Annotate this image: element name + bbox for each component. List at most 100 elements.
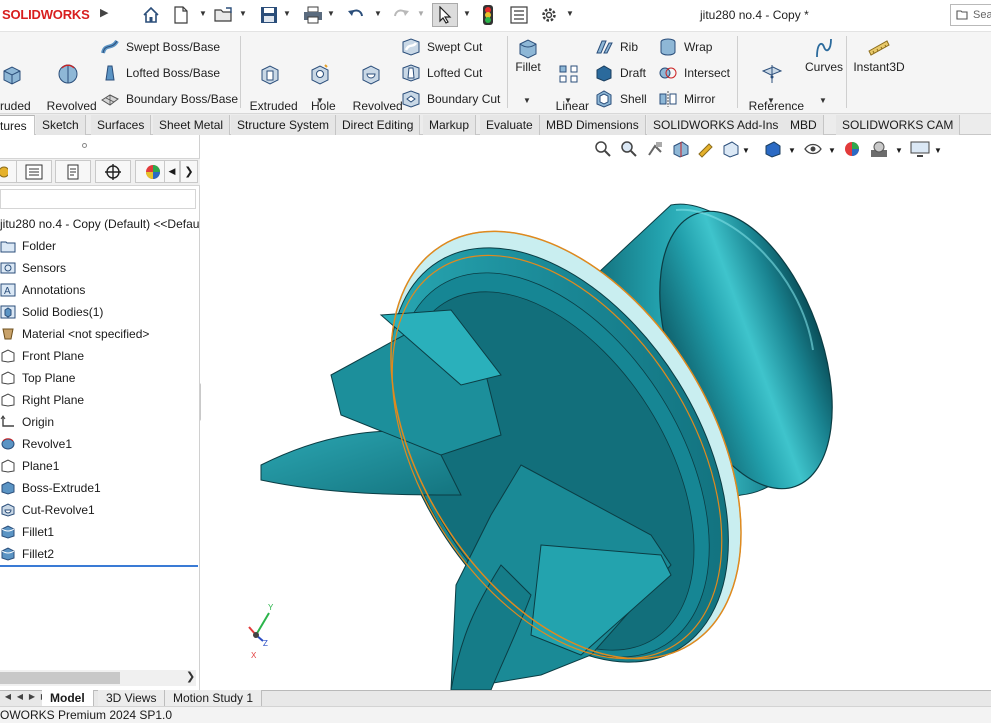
tree-item-folder[interactable]: Folder [0, 236, 56, 256]
tab-motion-study-1[interactable]: Motion Study 1 [165, 690, 263, 706]
select-pointer-icon[interactable] [432, 3, 458, 27]
configuration-manager-tab[interactable] [55, 160, 91, 183]
next-tab-arrow-icon[interactable]: ▶ [26, 692, 38, 704]
options-dropdown-icon[interactable]: ▼ [566, 9, 574, 18]
instant3d-button[interactable]: Instant3D [850, 37, 908, 74]
menu-arrow-icon[interactable]: ▶ [100, 6, 108, 19]
tab-sketch[interactable]: Sketch [36, 115, 86, 135]
rib-button[interactable]: Rib [594, 38, 638, 56]
view-settings-dropdown-icon[interactable]: ▼ [934, 146, 942, 155]
section-view-icon[interactable] [672, 140, 690, 161]
graphics-viewport[interactable] [201, 135, 991, 690]
swept-boss-button[interactable]: Swept Boss/Base [100, 38, 220, 56]
file-properties-icon[interactable] [508, 4, 530, 26]
dimxpert-manager-tab[interactable] [95, 160, 131, 183]
curves-dropdown-icon[interactable]: ▼ [819, 96, 827, 105]
scroll-right-icon[interactable]: ❯ [186, 670, 195, 683]
hide-show-dropdown-icon[interactable]: ▼ [828, 146, 836, 155]
first-tab-arrow-icon[interactable]: ◀ [2, 692, 14, 704]
home-icon[interactable] [140, 4, 162, 26]
tab-solidworks-add-ins[interactable]: SOLIDWORKS Add-Ins [647, 115, 786, 135]
solidworks-logo[interactable]: SOLIDWORKS [2, 7, 90, 22]
view-settings-icon[interactable] [910, 140, 930, 161]
swept-cut-button[interactable]: Swept Cut [401, 38, 482, 56]
tab-mbd[interactable]: MBD [784, 115, 824, 135]
zoom-to-fit-icon[interactable] [594, 140, 612, 161]
tab-model[interactable]: Model [42, 690, 94, 706]
fillet-button[interactable]: Fillet [510, 37, 546, 74]
tab-evaluate[interactable]: Evaluate [480, 115, 540, 135]
prev-tab-arrow-icon[interactable]: ◀ [14, 692, 26, 704]
tree-item-right-plane[interactable]: Right Plane [0, 390, 84, 410]
hole-wizard-button[interactable]: Hole Wizard [297, 37, 343, 126]
revolved-boss-button[interactable]: Revolved Boss/Base [40, 37, 97, 126]
tree-item-origin[interactable]: Origin [0, 412, 54, 432]
redo-dropdown-icon[interactable]: ▼ [417, 9, 425, 18]
boundary-cut-button[interactable]: Boundary Cut [401, 90, 500, 108]
tree-item-solid-bodies-1[interactable]: Solid Bodies(1) [0, 302, 103, 322]
tab-direct-editing[interactable]: Direct Editing [336, 115, 421, 135]
open-folder-icon[interactable] [213, 4, 235, 26]
tree-item-sensors[interactable]: Sensors [0, 258, 66, 278]
tree-item-top-plane[interactable]: Top Plane [0, 368, 75, 388]
print-dropdown-icon[interactable]: ▼ [327, 9, 335, 18]
new-dropdown-icon[interactable]: ▼ [199, 9, 207, 18]
panel-grip-handle[interactable] [82, 143, 87, 148]
tab-3d-views[interactable]: 3D Views [98, 690, 166, 706]
reference-geometry-button[interactable]: Reference Geometry [742, 37, 804, 126]
rebuild-traffic-light-icon[interactable] [478, 4, 498, 26]
tab-surfaces[interactable]: Surfaces [91, 115, 152, 135]
intersect-button[interactable]: Intersect [658, 64, 730, 82]
shell-button[interactable]: Shell [594, 90, 647, 108]
previous-view-icon[interactable] [646, 140, 664, 161]
select-dropdown-icon[interactable]: ▼ [463, 9, 471, 18]
tab-scroll-left-icon[interactable]: ◀ [164, 160, 180, 183]
undo-icon[interactable] [345, 4, 367, 26]
3d-model-render[interactable] [201, 135, 991, 690]
tab-sheet-metal[interactable]: Sheet Metal [153, 115, 231, 135]
new-document-icon[interactable] [171, 4, 191, 26]
scrollbar-thumb[interactable] [0, 672, 120, 684]
apply-scene-icon[interactable] [869, 140, 889, 161]
feature-tree-root[interactable]: jitu280 no.4 - Copy (Default) <<Defau [0, 217, 199, 231]
fillet-dropdown-icon[interactable]: ▼ [523, 96, 531, 105]
zoom-to-area-icon[interactable] [620, 140, 638, 161]
tab-features[interactable]: tures [0, 115, 35, 135]
tree-item-fillet2[interactable]: Fillet2 [0, 544, 54, 564]
rollback-bar[interactable] [0, 565, 198, 567]
linear-pattern-button[interactable]: Linear Pattern [547, 37, 591, 126]
tab-scroll-right-icon[interactable]: ❯ [180, 160, 198, 183]
tree-item-front-plane[interactable]: Front Plane [0, 346, 84, 366]
wrap-button[interactable]: Wrap [658, 38, 712, 56]
tree-item-revolve1[interactable]: Revolve1 [0, 434, 72, 454]
tree-item-annotations[interactable]: A Annotations [0, 280, 85, 300]
options-gear-icon[interactable] [538, 4, 560, 26]
tree-item-boss-extrude1[interactable]: Boss-Extrude1 [0, 478, 101, 498]
tab-solidworks-cam[interactable]: SOLIDWORKS CAM [836, 115, 961, 135]
display-style-dropdown-icon[interactable]: ▼ [788, 146, 796, 155]
curves-button[interactable]: Curves [804, 37, 844, 74]
apply-scene-dropdown-icon[interactable]: ▼ [895, 146, 903, 155]
print-icon[interactable] [302, 4, 324, 26]
extruded-boss-button[interactable]: ruded oss/Base [0, 37, 37, 126]
lofted-cut-button[interactable]: Lofted Cut [401, 64, 482, 82]
redo-icon[interactable] [390, 4, 412, 26]
tree-item-material-not-specified[interactable]: Material <not specified> [0, 324, 149, 344]
boundary-boss-button[interactable]: Boundary Boss/Base [100, 90, 238, 108]
save-dropdown-icon[interactable]: ▼ [283, 9, 291, 18]
open-dropdown-icon[interactable]: ▼ [239, 9, 247, 18]
reference-geometry-dropdown-icon[interactable]: ▼ [767, 96, 775, 105]
tab-structure-system[interactable]: Structure System [231, 115, 337, 135]
feature-tree-filter[interactable] [0, 189, 196, 209]
extruded-cut-button[interactable]: Extruded Cut [243, 37, 298, 126]
dynamic-annotation-icon[interactable] [697, 140, 715, 161]
tab-mbd-dimensions[interactable]: MBD Dimensions [540, 115, 646, 135]
revolved-cut-button[interactable]: Revolved Cut [346, 37, 403, 126]
hide-show-items-icon[interactable] [804, 140, 822, 161]
lofted-boss-button[interactable]: Lofted Boss/Base [100, 64, 220, 82]
view-orientation-icon[interactable] [722, 140, 740, 161]
mirror-button[interactable]: Mirror [658, 90, 715, 108]
tree-item-fillet1[interactable]: Fillet1 [0, 522, 54, 542]
pattern-dropdown-icon[interactable]: ▼ [564, 96, 572, 105]
hole-wizard-dropdown-icon[interactable]: ▼ [316, 96, 324, 105]
